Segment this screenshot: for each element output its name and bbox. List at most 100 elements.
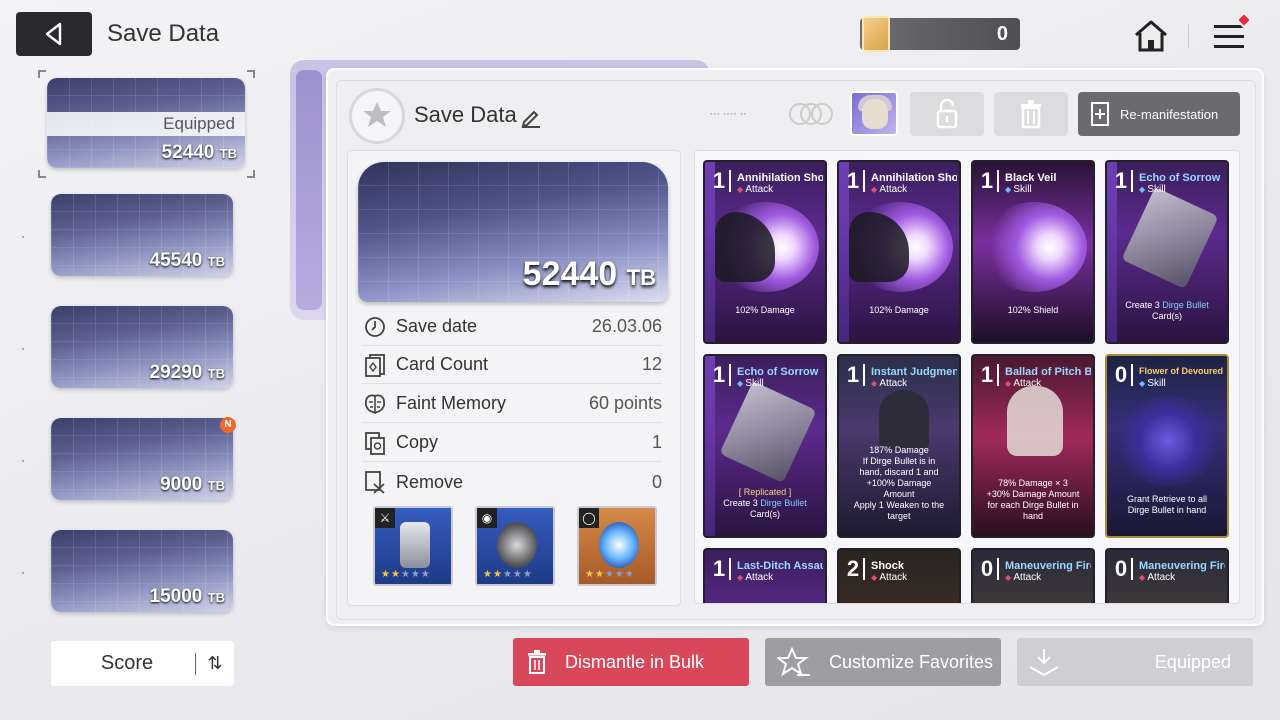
card-type: Attack xyxy=(737,572,773,583)
save-slot[interactable]: 29290 TB xyxy=(51,306,233,388)
deck-card[interactable]: 1 Instant Judgment Attack 187% DamageIf … xyxy=(837,354,961,538)
card-type: Attack xyxy=(871,378,907,389)
back-arrow-icon xyxy=(45,22,62,46)
card-cost-bar xyxy=(729,558,731,580)
character-avatar[interactable] xyxy=(850,91,898,136)
card-name: Ballad of Pitch Black xyxy=(1005,366,1091,378)
back-button[interactable] xyxy=(16,12,92,56)
save-slot[interactable]: 45540 TB xyxy=(51,194,233,276)
card-cost-bar xyxy=(863,558,865,580)
capacity-value: 52440 TB xyxy=(522,255,656,293)
deck-card[interactable]: 1 Echo of Sorrow Skill Create 3 Dirge Bu… xyxy=(1105,160,1229,344)
info-label: Save date xyxy=(396,316,478,336)
selection-bracket xyxy=(38,70,46,78)
slot-value: 15000 TB xyxy=(149,586,225,607)
lock-button[interactable] xyxy=(910,92,984,136)
deck-card[interactable]: 1 Black Veil Skill 102% Shield xyxy=(971,160,1095,344)
dismantle-label: Dismantle in Bulk xyxy=(565,651,705,672)
card-cost: 1 xyxy=(712,556,726,581)
equipped-button: Equipped xyxy=(1017,638,1253,686)
slot-value: 29290 TB xyxy=(149,362,225,383)
equip-arrow-icon xyxy=(1029,649,1059,677)
deck-card[interactable]: 1 Ballad of Pitch Black Attack 78% Damag… xyxy=(971,354,1095,538)
sword-icon: ⚔ xyxy=(375,508,395,528)
card-art-figure xyxy=(1007,386,1063,456)
info-value: 0 xyxy=(651,471,662,492)
equipped-label: Equipped xyxy=(1154,651,1231,672)
remanifestation-button[interactable]: Re-manifestation xyxy=(1078,92,1240,136)
panel-rail xyxy=(296,70,322,310)
slot-value: 45540 TB xyxy=(149,250,225,271)
sort-score-button[interactable]: Score ⇅ xyxy=(51,641,234,686)
card-cost: 0 xyxy=(1114,556,1128,581)
card-name: Echo of Sorrow xyxy=(737,366,819,378)
side-tick xyxy=(22,460,24,462)
card-desc: 187% Damage If Dirge Bullet is in hand, di… xyxy=(853,445,945,521)
card-type: Skill xyxy=(1139,184,1165,195)
card-art xyxy=(981,202,1087,292)
card-cost: 1 xyxy=(980,362,994,387)
trash-icon xyxy=(1021,100,1041,129)
star-badge-icon xyxy=(349,88,405,144)
equipment-slot-armor[interactable]: ◉ ★★★★★ xyxy=(475,506,555,586)
card-cost: 1 xyxy=(1114,168,1128,193)
ticket-icon xyxy=(862,16,890,52)
card-type: Skill xyxy=(1005,184,1031,195)
card-art-rose xyxy=(1115,396,1221,486)
remove-icon xyxy=(362,469,388,495)
card-cost-bar xyxy=(729,364,731,386)
card-cost-bar xyxy=(997,364,999,386)
new-badge: N xyxy=(220,417,236,433)
deck-card[interactable]: 0 Maneuvering Fire Attack xyxy=(971,548,1095,603)
deck-card[interactable]: 1 Annihilation Shot Attack 102% Damage xyxy=(837,160,961,344)
card-cost: 1 xyxy=(712,362,726,387)
remanifest-icon xyxy=(1091,102,1109,126)
deck-card[interactable]: 0 Maneuvering Fire Attack xyxy=(1105,548,1229,603)
rarity-stars: ★★★★★ xyxy=(381,569,431,580)
selection-bracket xyxy=(247,170,255,178)
deck-card[interactable]: 1 Annihilation Shot Attack 102% Damage xyxy=(703,160,827,344)
deck-card-grid: 1 Annihilation Shot Attack 102% Damage 1… xyxy=(694,150,1240,604)
card-cost-bar xyxy=(1131,558,1133,580)
customize-favorites-button[interactable]: Customize Favorites xyxy=(765,638,1001,686)
deck-card[interactable]: 1 Last-Ditch Assault Attack xyxy=(703,548,827,603)
deck-card[interactable]: 2 Shock Attack xyxy=(837,548,961,603)
rings-icon xyxy=(789,103,833,125)
side-tick xyxy=(22,572,24,574)
delete-button[interactable] xyxy=(994,92,1068,136)
sort-order-icon[interactable]: ⇅ xyxy=(196,653,234,674)
card-name: Instant Judgment xyxy=(871,366,957,378)
save-capacity-card: 52440 TB xyxy=(358,162,668,302)
equipment-slot-accessory[interactable]: ◯ ★★★★★ xyxy=(577,506,657,586)
info-row-faint-memory: Faint Memory 60 points xyxy=(362,385,662,423)
card-cost-bar xyxy=(997,558,999,580)
slot-value: 9000 TB xyxy=(160,474,225,495)
card-cost: 2 xyxy=(846,556,860,581)
armor-icon: ◉ xyxy=(477,508,497,528)
card-type: Attack xyxy=(1139,572,1175,583)
favorites-label: Customize Favorites xyxy=(829,651,994,672)
home-icon[interactable] xyxy=(1132,18,1170,54)
deck-card[interactable]: 1 Echo of Sorrow Skill [ Replicated ]Cre… xyxy=(703,354,827,538)
info-value: 1 xyxy=(651,432,662,452)
card-cost: 1 xyxy=(846,168,860,193)
card-cost-bar xyxy=(863,170,865,192)
dismantle-bulk-button[interactable]: Dismantle in Bulk xyxy=(513,638,749,686)
equipped-label: Equipped xyxy=(47,112,245,136)
currency-value: 0 xyxy=(996,22,1008,45)
save-slot[interactable]: 9000 TB xyxy=(51,418,233,500)
star-edit-icon xyxy=(777,647,810,677)
card-desc: Grant Retrieve to all Dirge Bullet in han… xyxy=(1126,494,1208,515)
save-slot-selected[interactable]: Equipped 52440 TB xyxy=(47,78,245,168)
card-type: Attack xyxy=(1005,378,1041,389)
save-slot[interactable]: 15000 TB xyxy=(51,530,233,612)
side-tick xyxy=(22,348,24,350)
card-cost-bar xyxy=(1131,170,1133,192)
card-art-figure xyxy=(879,390,929,450)
deck-card[interactable]: 0 Flower of Devoured Fate Skill Grant Re… xyxy=(1105,354,1229,538)
equipment-slot-weapon[interactable]: ⚔ ★★★★★ xyxy=(373,506,453,586)
lock-icon xyxy=(936,99,958,129)
currency-display: 0 xyxy=(860,16,1020,52)
edit-pencil-icon[interactable] xyxy=(520,106,542,128)
card-type: Attack xyxy=(1005,572,1041,583)
